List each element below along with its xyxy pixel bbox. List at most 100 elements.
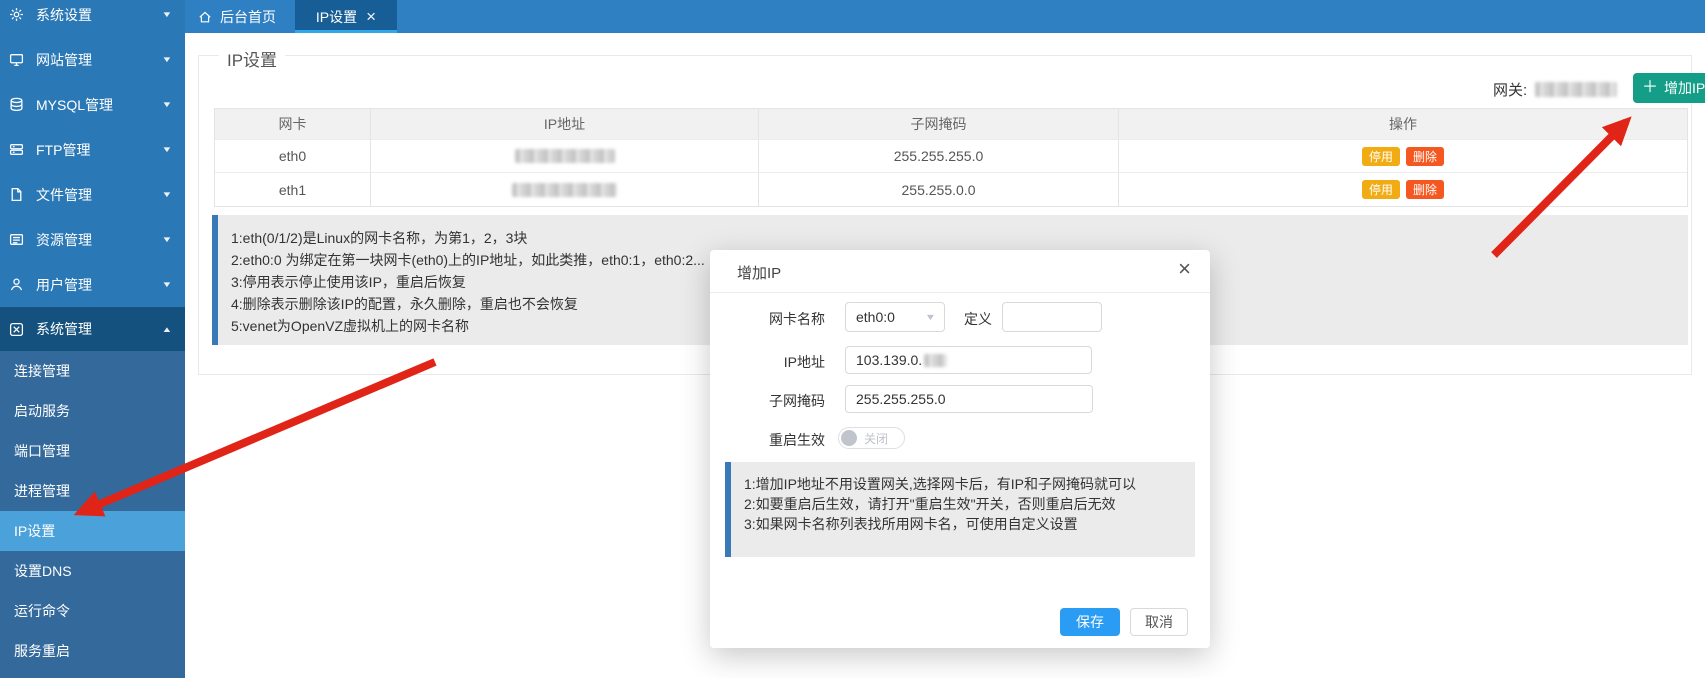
sidebar-main-group: 系统设置 ▼ 网站管理 ▼ MYSQL管理 ▼ xyxy=(0,0,185,351)
tab-home[interactable]: 后台首页 xyxy=(198,0,276,33)
gear-icon xyxy=(8,7,24,23)
ip-address-value: 103.139.0. xyxy=(856,352,922,368)
subnet-mask-input[interactable] xyxy=(845,385,1093,413)
ip-last-octet-redacted xyxy=(924,354,947,367)
cancel-button[interactable]: 取消 xyxy=(1130,608,1188,636)
chevron-down-icon: ▼ xyxy=(161,100,172,109)
list-icon xyxy=(8,232,24,248)
dialog-title: 增加IP xyxy=(737,262,781,283)
restart-effective-label: 重启生效 xyxy=(710,430,825,450)
nic-name-label: 网卡名称 xyxy=(710,309,825,329)
chevron-down-icon: ▼ xyxy=(161,10,172,19)
sidebar-subitem-dns-settings[interactable]: 设置DNS xyxy=(0,551,185,591)
sidebar-item-system-settings[interactable]: 系统设置 ▼ xyxy=(0,0,185,37)
custom-label: 定义 xyxy=(950,309,992,329)
sidebar-item-label: 网站管理 xyxy=(36,50,163,70)
plus-icon: ＋ xyxy=(1642,80,1658,96)
add-ip-button-label: 增加IP xyxy=(1664,78,1705,98)
stop-button[interactable]: 停用 xyxy=(1362,180,1400,199)
sidebar-subitem-service-restart[interactable]: 服务重启 xyxy=(0,631,185,671)
sidebar-item-system-manage[interactable]: 系统管理 ▲ xyxy=(0,307,185,351)
close-icon[interactable]: × xyxy=(1178,258,1191,280)
gateway-label: 网关: xyxy=(1493,79,1527,100)
app: 系统设置 ▼ 网站管理 ▼ MYSQL管理 ▼ xyxy=(0,0,1705,678)
note-line: 1:增加IP地址不用设置网关,选择网卡后，有IP和子网掩码就可以 xyxy=(744,474,1195,494)
actions-cell: 停用 删除 xyxy=(1119,173,1687,206)
column-header-actions: 操作 xyxy=(1119,109,1687,139)
sidebar-item-user-manage[interactable]: 用户管理 ▼ xyxy=(0,262,185,307)
ip-cell xyxy=(371,173,759,206)
ip-table: 网卡 IP地址 子网掩码 操作 eth0 255.255.255.0 停用 删除… xyxy=(214,108,1688,207)
table-row: eth1 255.255.0.0 停用 删除 xyxy=(215,172,1687,206)
sidebar-subitem-start-service[interactable]: 启动服务 xyxy=(0,391,185,431)
sidebar-subitem-run-command[interactable]: 运行命令 xyxy=(0,591,185,631)
sidebar-item-file-manage[interactable]: 文件管理 ▼ xyxy=(0,172,185,217)
sidebar-subitem-process-manage[interactable]: 进程管理 xyxy=(0,471,185,511)
nic-name-select-value: eth0:0 xyxy=(856,309,895,325)
toggle-knob xyxy=(841,430,857,446)
ip-address-input[interactable]: 103.139.0. xyxy=(845,346,1092,374)
sidebar-item-label: 用户管理 xyxy=(36,275,163,295)
sidebar-item-label: 系统设置 xyxy=(36,5,163,25)
delete-button[interactable]: 删除 xyxy=(1406,180,1444,199)
sidebar-item-label: MYSQL管理 xyxy=(36,95,163,115)
sidebar-item-website-manage[interactable]: 网站管理 ▼ xyxy=(0,37,185,82)
note-line: 3:如果网卡名称列表找所用网卡名，可使用自定义设置 xyxy=(744,514,1195,534)
sidebar-item-ftp-manage[interactable]: FTP管理 ▼ xyxy=(0,127,185,172)
sidebar-item-mysql-manage[interactable]: MYSQL管理 ▼ xyxy=(0,82,185,127)
dialog-help-notes: 1:增加IP地址不用设置网关,选择网卡后，有IP和子网掩码就可以 2:如要重启后… xyxy=(725,462,1195,557)
sidebar-item-label: 文件管理 xyxy=(36,185,163,205)
tab-bar: 后台首页 IP设置 × xyxy=(185,0,1705,33)
toggle-state-label: 关闭 xyxy=(864,430,888,447)
dialog-header xyxy=(710,250,1210,293)
user-icon xyxy=(8,277,24,293)
sidebar-subitem-connection-manage[interactable]: 连接管理 xyxy=(0,351,185,391)
chevron-down-icon: ▼ xyxy=(161,280,172,289)
tools-icon xyxy=(8,321,24,337)
custom-input[interactable] xyxy=(1002,302,1102,332)
sidebar-submenu: 连接管理 启动服务 端口管理 进程管理 IP设置 设置DNS 运行命令 服务重启 xyxy=(0,351,185,678)
sidebar-item-label: 资源管理 xyxy=(36,230,163,250)
gateway-value-redacted xyxy=(1535,82,1617,97)
tab-ip-settings[interactable]: IP设置 × xyxy=(295,0,397,33)
sidebar-subitem-ip-settings[interactable]: IP设置 xyxy=(0,511,185,551)
ip-value-redacted xyxy=(515,149,615,163)
note-line: 1:eth(0/1/2)是Linux的网卡名称，为第1，2，3块 xyxy=(231,227,1688,249)
gateway-row: 网关: xyxy=(1493,79,1617,100)
note-line: 2:如要重启后生效，请打开"重启生效"开关，否则重启后无效 xyxy=(744,494,1195,514)
close-icon[interactable]: × xyxy=(366,8,376,25)
sidebar-item-label: FTP管理 xyxy=(36,140,163,160)
add-ip-dialog: 增加IP × 网卡名称 eth0:0 ▼ 定义 IP地址 103.139.0. … xyxy=(710,250,1210,648)
chevron-down-icon: ▼ xyxy=(925,312,937,322)
ip-address-label: IP地址 xyxy=(710,352,825,372)
chevron-down-icon: ▼ xyxy=(161,235,172,244)
database-icon xyxy=(8,97,24,113)
server-icon xyxy=(8,142,24,158)
sidebar-subitem-port-manage[interactable]: 端口管理 xyxy=(0,431,185,471)
monitor-icon xyxy=(8,52,24,68)
column-header-nic: 网卡 xyxy=(215,109,371,139)
active-tab-underline xyxy=(295,30,397,33)
sidebar-item-resource-manage[interactable]: 资源管理 ▼ xyxy=(0,217,185,262)
table-row: eth0 255.255.255.0 停用 删除 xyxy=(215,139,1687,172)
ip-value-redacted xyxy=(512,183,617,197)
nic-name-select[interactable]: eth0:0 ▼ xyxy=(845,302,945,332)
column-header-mask: 子网掩码 xyxy=(759,109,1119,139)
restart-toggle[interactable]: 关闭 xyxy=(838,427,905,449)
column-header-ip: IP地址 xyxy=(371,109,759,139)
sidebar: 系统设置 ▼ 网站管理 ▼ MYSQL管理 ▼ xyxy=(0,0,185,678)
chevron-up-icon: ▲ xyxy=(161,325,172,334)
ip-cell xyxy=(371,140,759,172)
table-header-row: 网卡 IP地址 子网掩码 操作 xyxy=(215,109,1687,139)
chevron-down-icon: ▼ xyxy=(161,190,172,199)
tab-home-label: 后台首页 xyxy=(220,7,276,27)
chevron-down-icon: ▼ xyxy=(161,145,172,154)
add-ip-button[interactable]: ＋ 增加IP xyxy=(1633,73,1705,103)
save-button[interactable]: 保存 xyxy=(1060,608,1120,636)
nic-cell: eth1 xyxy=(215,173,371,206)
file-icon xyxy=(8,187,24,203)
delete-button[interactable]: 删除 xyxy=(1406,147,1444,166)
sidebar-item-label: 系统管理 xyxy=(36,319,163,339)
stop-button[interactable]: 停用 xyxy=(1362,147,1400,166)
actions-cell: 停用 删除 xyxy=(1119,140,1687,172)
